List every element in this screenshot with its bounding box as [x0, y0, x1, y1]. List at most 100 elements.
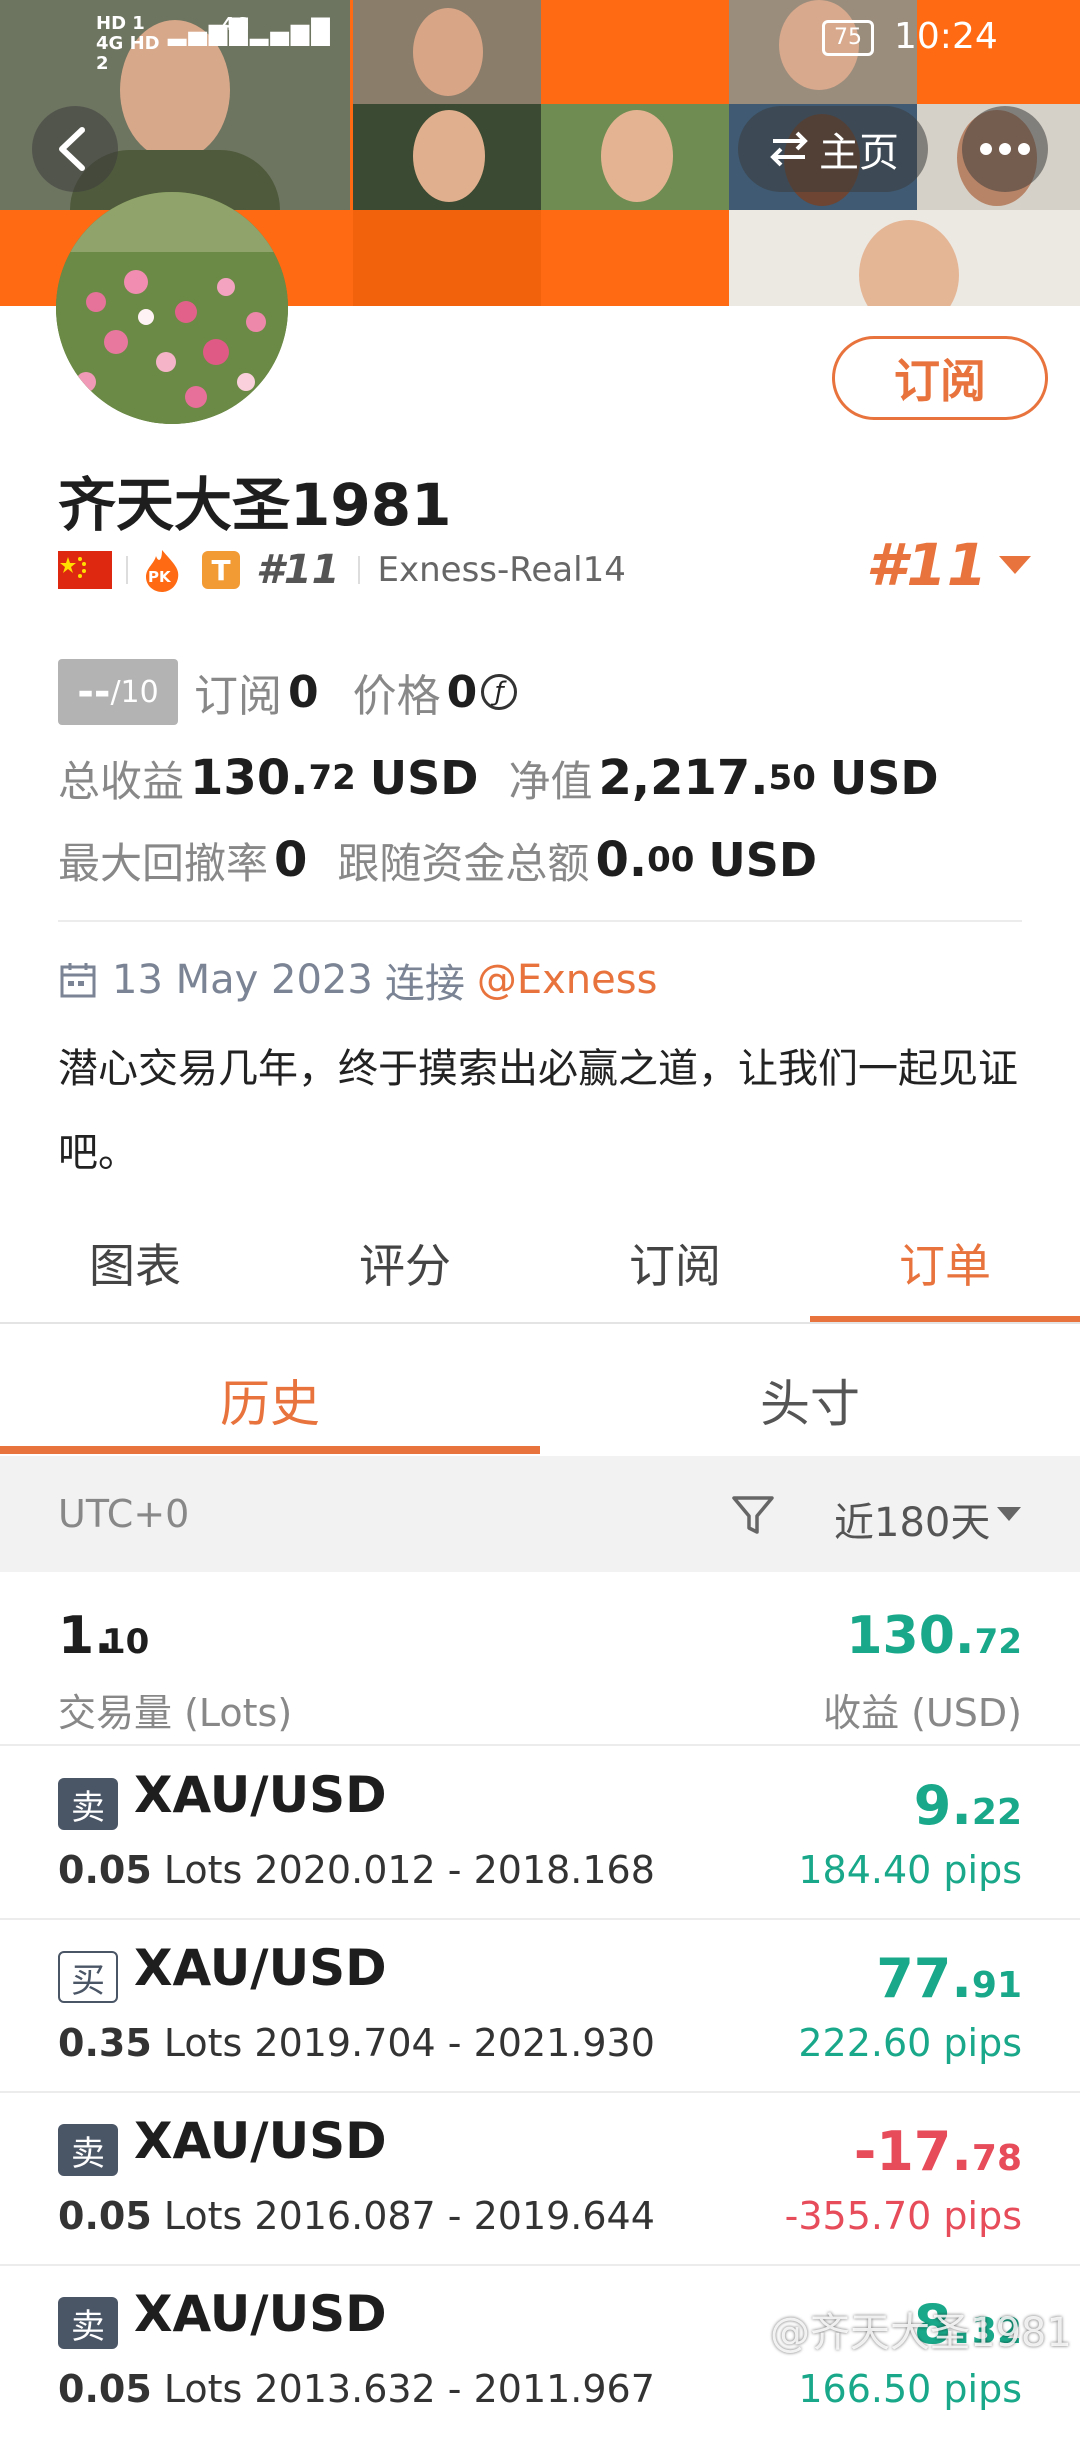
order-row[interactable]: 买 XAU/USD 0.35 Lots 2019.704 - 2021.930 …	[0, 1919, 1080, 2093]
side-badge: 卖	[58, 2297, 118, 2349]
join-date: 13 May 2023	[112, 957, 373, 1003]
summary-profit: 130.72	[846, 1606, 1022, 1666]
order-row[interactable]: 卖 XAU/USD 0.05 Lots 2016.087 - 2019.644 …	[0, 2092, 1080, 2266]
order-detail: 0.35 Lots 2019.704 - 2021.930	[58, 2021, 655, 2065]
order-symbol: XAU/USD	[134, 2112, 387, 2170]
equity-unit: USD	[829, 751, 939, 805]
clock: 10:24	[894, 16, 998, 57]
total-profit-int: 130.	[190, 750, 309, 806]
order-symbol: XAU/USD	[134, 1766, 387, 1824]
total-profit-label: 总收益	[58, 756, 185, 806]
order-row[interactable]: 卖 XAU/USD 0.05 Lots 2020.012 - 2018.168 …	[0, 1746, 1080, 1920]
battery-icon: 75	[822, 20, 874, 56]
tab-orders[interactable]: 订单	[810, 1230, 1080, 1296]
timezone-label: UTC+0	[58, 1492, 190, 1536]
cover-color-tile	[353, 210, 541, 306]
orders-summary: 1. 10 交易量 (Lots) 130.72 收益 (USD)	[0, 1572, 1080, 1746]
order-detail: 0.05 Lots 2020.012 - 2018.168	[58, 1848, 655, 1892]
score-row: --/10 订阅 0 价格 0 ƒ	[58, 658, 518, 726]
order-pips: 222.60 pips	[798, 2021, 1022, 2065]
more-button[interactable]	[962, 106, 1048, 192]
total-lots-dec: 10	[102, 1622, 150, 1662]
side-badge: 买	[58, 1951, 118, 2003]
calendar-icon	[60, 963, 96, 998]
cover-photo-tile	[353, 104, 541, 210]
back-button[interactable]	[32, 106, 118, 192]
side-badge: 卖	[58, 2124, 118, 2176]
status-bar: HD 1 4G HD 2 ▂▄▆█ 4G ▂▄▆█ 75 10:24	[0, 0, 1080, 80]
avatar[interactable]	[56, 192, 288, 424]
bio-line-2: 吧。	[58, 1130, 138, 1176]
avatar-flowers-image	[56, 192, 288, 424]
tab-chart[interactable]: 图表	[0, 1230, 270, 1296]
price-label: 价格	[352, 671, 441, 722]
rank-selector[interactable]: #11	[866, 530, 1035, 600]
order-pips: -355.70 pips	[784, 2194, 1022, 2238]
china-flag-icon	[58, 551, 112, 589]
bio-line-1: 潜心交易几年，终于摸索出必赢之道，让我们一起见证	[58, 1046, 1018, 1092]
order-pips: 184.40 pips	[798, 1848, 1022, 1892]
subs-label: 订阅	[194, 671, 282, 722]
drawdown-row: 最大回撤率 0 跟随资金总额 0. 00 USD	[58, 828, 817, 892]
order-profit: 77.91	[876, 1947, 1022, 2010]
divider	[58, 920, 1022, 922]
chevron-left-icon	[59, 127, 85, 171]
subs-value: 0	[288, 666, 319, 718]
rank-small: #11	[256, 547, 340, 593]
cover-photo-tile	[541, 104, 729, 210]
order-detail: 0.05 Lots 2013.632 - 2011.967	[58, 2367, 655, 2411]
tab-subscription[interactable]: 订阅	[540, 1230, 810, 1296]
tab-rating[interactable]: 评分	[270, 1230, 540, 1296]
follow-funds-dec: 00	[647, 840, 695, 880]
home-button[interactable]: 主页	[738, 106, 928, 192]
coin-icon: ƒ	[481, 674, 518, 710]
lots-label: 交易量 (Lots)	[58, 1691, 293, 1735]
equity-label: 净值	[508, 756, 593, 806]
follow-funds-label: 跟随资金总额	[337, 838, 590, 888]
drawdown-value: 0	[274, 832, 308, 888]
total-profit-dec: 72	[308, 758, 356, 798]
drawdown-label: 最大回撤率	[58, 838, 269, 888]
network-type: 4G	[222, 14, 250, 35]
caret-down-icon	[999, 556, 1032, 574]
caret-down-icon	[997, 1507, 1021, 1521]
order-profit: 9.22	[913, 1774, 1022, 1837]
side-badge: 卖	[58, 1778, 118, 1830]
order-profit: -17.78	[853, 2120, 1022, 2183]
rank-large: #11	[866, 531, 988, 599]
connect-label: 连接	[384, 961, 465, 1007]
pk-fire-icon: PK	[142, 548, 182, 592]
join-info-row: 13 May 2023 连接 @Exness	[58, 952, 657, 1008]
order-symbol: XAU/USD	[134, 1939, 387, 1997]
signal-info: HD 1 4G HD 2	[96, 13, 160, 74]
total-profit-unit: USD	[369, 751, 479, 805]
separator	[357, 556, 360, 584]
equity-int: 2,217.	[598, 750, 769, 806]
subtab-positions[interactable]: 头寸	[540, 1364, 1080, 1436]
range-selector[interactable]: 近180天	[834, 1490, 990, 1548]
subtab-history[interactable]: 历史	[0, 1364, 540, 1436]
order-pips: 166.50 pips	[798, 2367, 1022, 2411]
broker-link[interactable]: @Exness	[477, 957, 658, 1003]
home-label: 主页	[819, 130, 899, 176]
filter-icon[interactable]	[730, 1492, 776, 1538]
badges-row: PK T #11 Exness-Real14	[58, 542, 626, 598]
more-dots-icon	[980, 143, 1030, 155]
separator	[126, 556, 128, 584]
order-detail: 0.05 Lots 2016.087 - 2019.644	[58, 2194, 655, 2238]
server-name: Exness-Real14	[377, 550, 626, 590]
cover-color-tile	[541, 210, 729, 306]
equity-dec: 50	[768, 758, 816, 798]
profit-label: 收益 (USD)	[823, 1691, 1022, 1735]
signal-bars-icon: ▂▄▆█	[250, 18, 332, 46]
divider	[0, 1322, 1080, 1324]
follow-funds-int: 0.	[595, 832, 648, 888]
filter-bar: UTC+0 近180天	[0, 1456, 1080, 1572]
watermark: @齐天大圣1981	[770, 2310, 1072, 2356]
subscribe-button[interactable]: 订阅	[832, 336, 1048, 420]
profit-row: 总收益 130. 72 USD 净值 2,217. 50 USD	[58, 746, 939, 810]
subtab-indicator	[0, 1446, 540, 1454]
score-badge: --/10	[58, 659, 178, 725]
cover-photo-tile	[729, 210, 1080, 306]
swap-icon	[770, 131, 808, 167]
